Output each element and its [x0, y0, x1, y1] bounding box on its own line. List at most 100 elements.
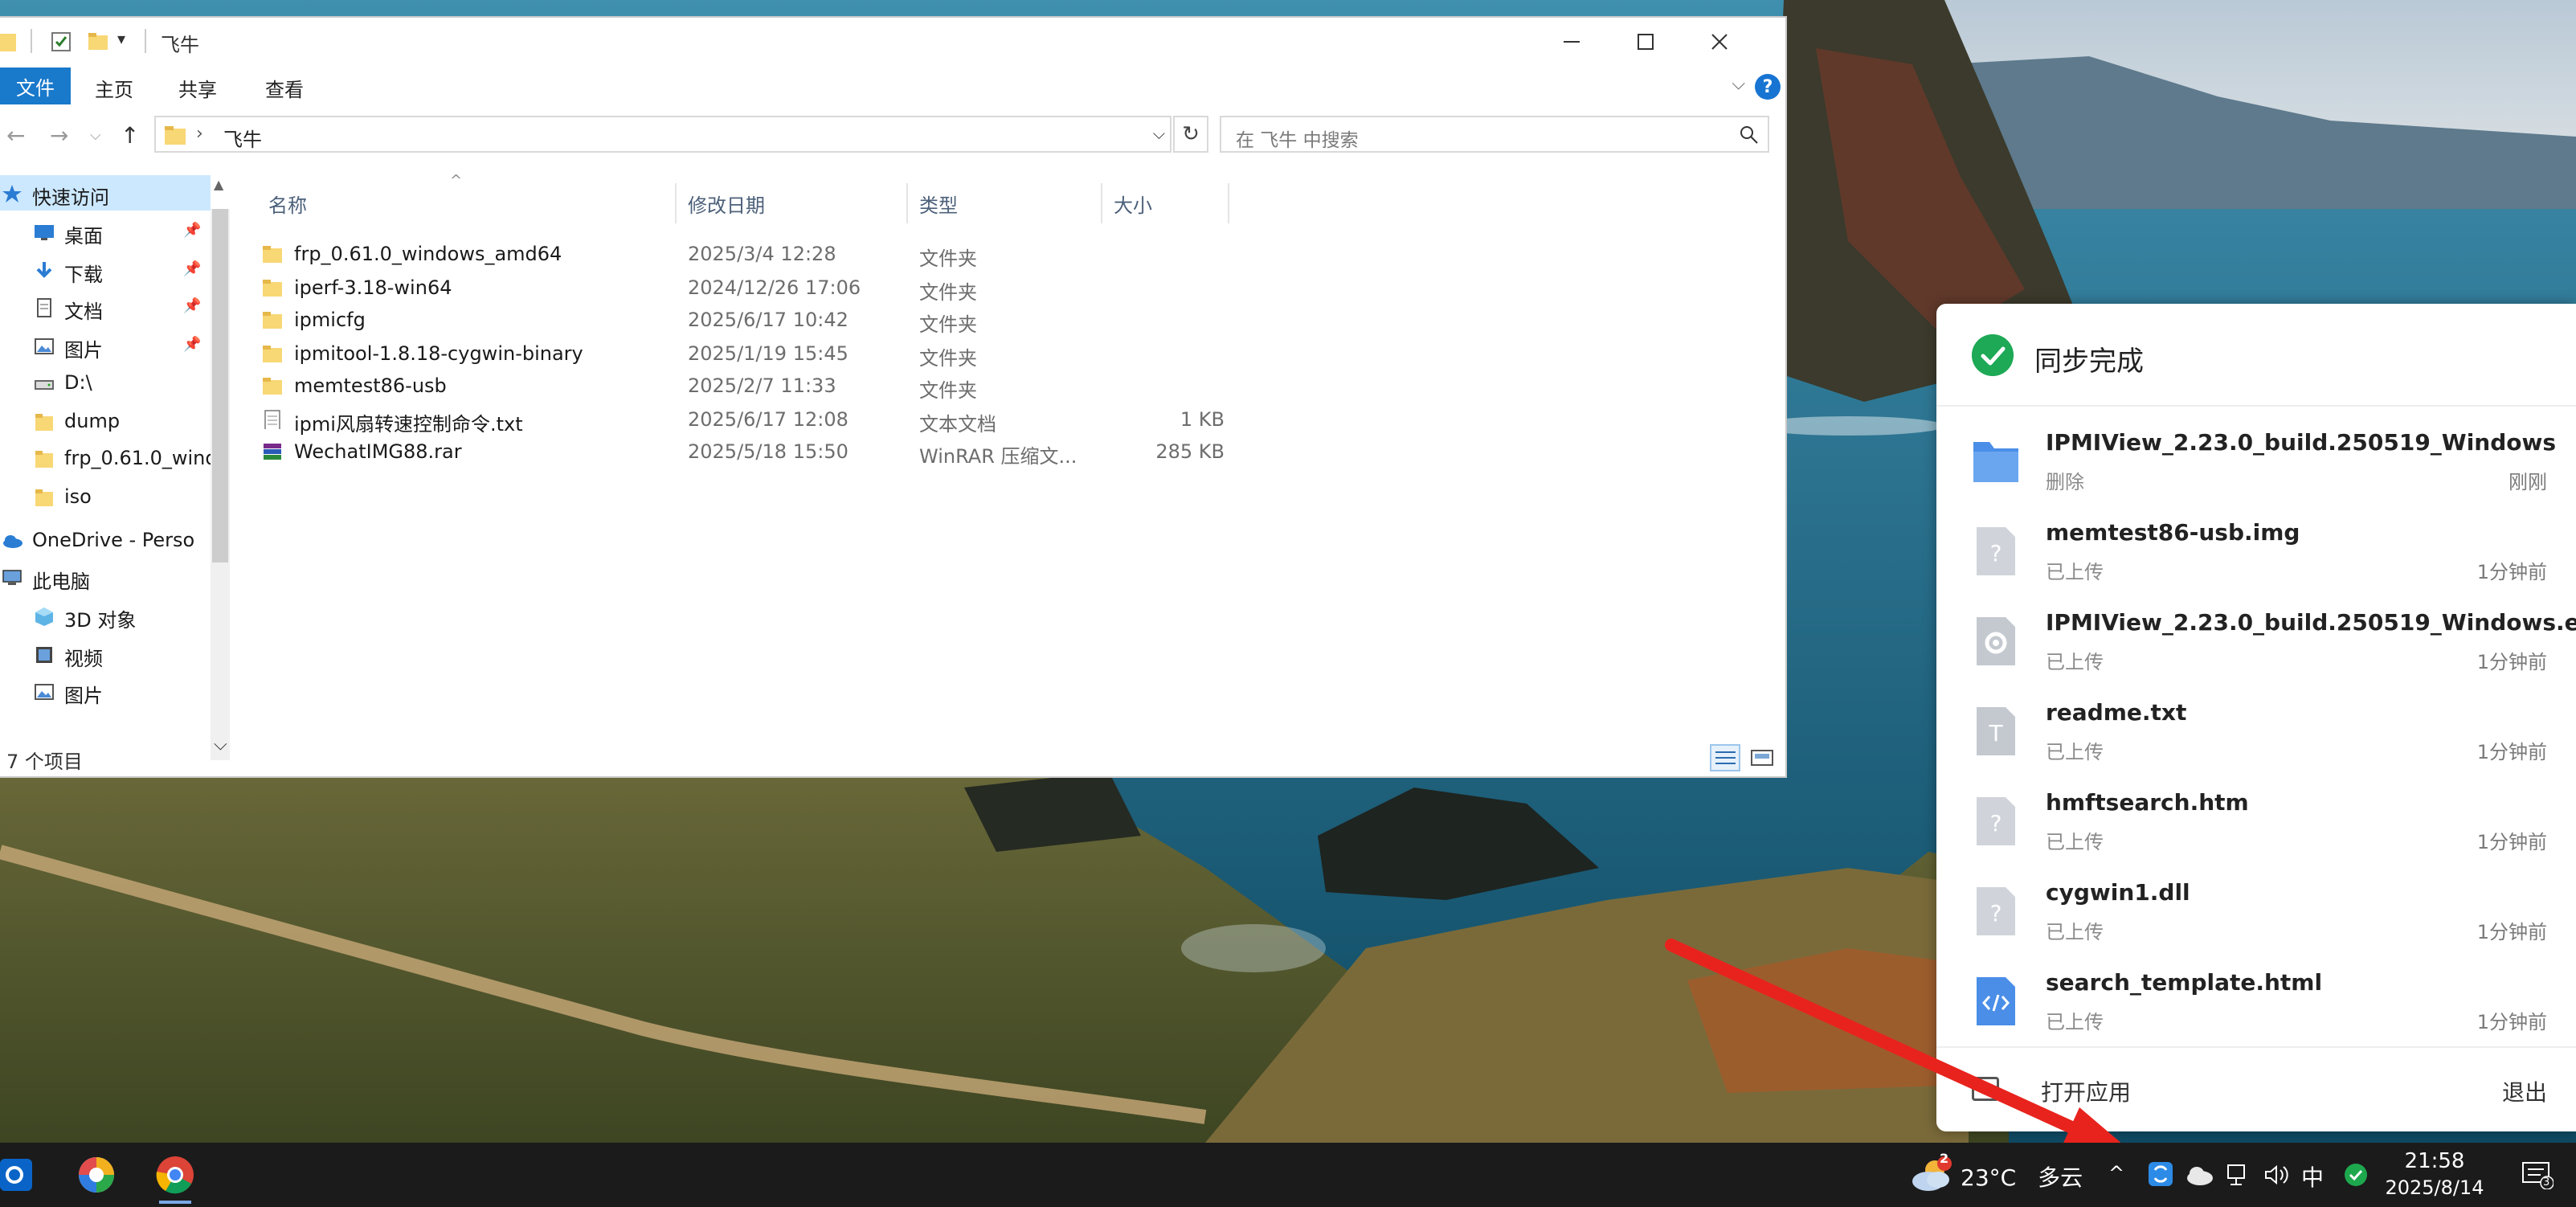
nav-scrollbar[interactable]: ▲ ⌵: [211, 177, 230, 760]
sync-file-status: 已上传: [2046, 921, 2104, 943]
system-clock[interactable]: 21:58 2025/8/14: [2378, 1148, 2491, 1201]
nav-item[interactable]: 下载 📌: [0, 252, 211, 289]
breadcrumb[interactable]: 飞牛: [223, 124, 262, 152]
nav-item[interactable]: 3D 对象: [0, 598, 211, 635]
file-row[interactable]: memtest86-usb 2025/2/7 11:33 文件夹: [262, 370, 1226, 402]
pin-icon[interactable]: 📌: [183, 222, 201, 239]
tab-view[interactable]: 查看: [265, 74, 304, 102]
sync-file-name: readme.txt: [2046, 699, 2187, 726]
tab-home[interactable]: 主页: [95, 74, 133, 102]
weather-text[interactable]: 23°C 多云: [1961, 1160, 2083, 1193]
chrome-app-button[interactable]: [154, 1154, 196, 1204]
exit-button[interactable]: 退出: [2502, 1075, 2547, 1107]
file-row[interactable]: WechatIMG88.rar 2025/5/18 15:50 WinRAR 压缩文…: [262, 436, 1226, 468]
file-row[interactable]: ipmicfg 2025/6/17 10:42 文件夹: [262, 304, 1226, 336]
show-hidden-icons-button[interactable]: ^: [2108, 1162, 2124, 1184]
navigation-bar: ← → ⌵ ↑ › 飞牛 ⌵ ↻ 在 飞牛 中搜索: [0, 113, 1785, 161]
nav-item[interactable]: D:\: [0, 365, 211, 402]
sync-item[interactable]: IPMIView_2.23.0_build.250519_Windows 删除 刚刚: [1936, 416, 2576, 506]
file-name: iperf-3.18-win64: [294, 276, 452, 299]
notification-center-button[interactable]: 3: [2521, 1160, 2554, 1190]
ribbon-tabs: 文件 主页 共享 查看 ⌵ ?: [0, 68, 1785, 106]
sync-item[interactable]: ? memtest86-usb.img 已上传 1分钟前: [1936, 506, 2576, 596]
folder-icon: [35, 451, 53, 468]
nav-item[interactable]: dump: [0, 403, 211, 440]
column-divider[interactable]: [1228, 183, 1229, 223]
expand-ribbon-icon[interactable]: ⌵: [1732, 74, 1745, 94]
help-button[interactable]: ?: [1755, 74, 1781, 100]
sync-item[interactable]: ? cygwin1.dll 已上传 1分钟前: [1936, 866, 2576, 956]
check-circle-icon: [1972, 334, 2014, 376]
file-row[interactable]: ipmi风扇转速控制命令.txt 2025/6/17 12:08 文本文档 1 KB: [262, 403, 1226, 436]
nav-item-label: dump: [64, 410, 121, 432]
file-row[interactable]: iperf-3.18-win64 2024/12/26 17:06 文件夹: [262, 272, 1226, 304]
pin-icon[interactable]: 📌: [183, 260, 201, 277]
nav-item[interactable]: 此电脑: [0, 559, 211, 596]
maximize-icon: [1638, 34, 1654, 50]
pin-icon[interactable]: 📌: [183, 336, 201, 353]
tab-share[interactable]: 共享: [178, 74, 217, 102]
address-dropdown-icon[interactable]: ⌵: [1153, 124, 1165, 143]
sync-file-status: 已上传: [2046, 651, 2104, 673]
photos-app-button[interactable]: [76, 1154, 117, 1196]
clock-time: 21:58: [2404, 1149, 2465, 1173]
nav-item[interactable]: 桌面 📌: [0, 214, 211, 251]
properties-icon[interactable]: [50, 31, 72, 53]
nav-item[interactable]: 图片 📌: [0, 328, 211, 365]
refresh-button[interactable]: ↻: [1173, 116, 1208, 153]
nav-item[interactable]: 快速访问: [0, 175, 211, 212]
column-divider[interactable]: [675, 183, 677, 223]
onedrive-tray-icon[interactable]: [2186, 1164, 2214, 1186]
sync-app-tray-icon[interactable]: [2147, 1160, 2174, 1188]
file-date: 2025/3/4 12:28: [688, 243, 836, 265]
network-icon[interactable]: [2226, 1162, 2251, 1188]
forward-arrow-icon[interactable]: →: [50, 122, 68, 149]
address-bar[interactable]: › 飞牛 ⌵: [154, 116, 1171, 153]
column-header-size[interactable]: 大小: [1114, 190, 1152, 218]
new-folder-icon[interactable]: [87, 31, 109, 53]
breadcrumb-chevron-icon[interactable]: ›: [196, 124, 203, 144]
details-view-button[interactable]: [1710, 744, 1740, 771]
nav-item[interactable]: frp_0.61.0_wind: [0, 440, 211, 477]
column-header-date[interactable]: 修改日期: [688, 190, 765, 218]
column-header-type[interactable]: 类型: [919, 190, 958, 218]
scrollbar-thumb[interactable]: [212, 209, 228, 563]
back-arrow-icon[interactable]: ←: [6, 122, 25, 149]
nav-item[interactable]: 文档 📌: [0, 289, 211, 326]
customize-quick-access-icon[interactable]: ▾: [117, 29, 125, 48]
pin-icon[interactable]: 📌: [183, 297, 201, 314]
search-box[interactable]: 在 飞牛 中搜索: [1220, 116, 1769, 153]
sync-item[interactable]: search_template.html 已上传 1分钟前: [1936, 956, 2576, 1046]
nav-item[interactable]: OneDrive - Perso: [0, 522, 211, 559]
up-arrow-icon[interactable]: ↑: [121, 122, 139, 149]
scroll-up-icon[interactable]: ▲: [214, 177, 223, 192]
sync-file-status: 删除: [2046, 471, 2084, 493]
weather-condition: 多云: [2038, 1164, 2083, 1191]
input-method-indicator[interactable]: 中: [2301, 1160, 2324, 1193]
maximize-button[interactable]: [1609, 18, 1683, 66]
large-icons-view-button[interactable]: [1748, 746, 1777, 771]
nav-item[interactable]: iso: [0, 479, 211, 516]
file-row[interactable]: frp_0.61.0_windows_amd64 2025/3/4 12:28 文件…: [262, 238, 1226, 270]
open-app-button[interactable]: 打开应用: [2041, 1075, 2131, 1107]
column-divider[interactable]: [906, 183, 908, 223]
tab-file[interactable]: 文件: [0, 68, 71, 104]
file-row[interactable]: ipmitool-1.8.18-cygwin-binary 2025/1/19 1…: [262, 338, 1226, 370]
green-app-tray-icon[interactable]: [2343, 1162, 2369, 1188]
volume-icon[interactable]: [2263, 1162, 2290, 1188]
column-header-name[interactable]: 名称: [268, 190, 307, 218]
column-divider[interactable]: [1101, 183, 1102, 223]
item-count: 7 个项目: [6, 751, 83, 773]
sync-item[interactable]: Treadme.txt 已上传 1分钟前: [1936, 686, 2576, 776]
text-file-icon: T: [1977, 707, 2015, 755]
close-button[interactable]: [1683, 18, 1756, 66]
outlook-app-button[interactable]: [0, 1154, 42, 1196]
nav-item[interactable]: 图片: [0, 673, 211, 710]
navigation-pane: 快速访问 桌面 📌 下载 📌 文档 📌 图片 📌 D:\ dump frp_0.61.0_wind is…: [0, 175, 230, 760]
recent-locations-icon[interactable]: ⌵: [90, 127, 101, 144]
sync-item[interactable]: IPMIView_2.23.0_build.250519_Windows.exe…: [1936, 596, 2576, 686]
sync-item[interactable]: ? hmftsearch.htm 已上传 1分钟前: [1936, 776, 2576, 866]
nav-item[interactable]: 视频: [0, 636, 211, 673]
details-view-icon: [1715, 751, 1736, 764]
minimize-button[interactable]: [1535, 18, 1609, 66]
